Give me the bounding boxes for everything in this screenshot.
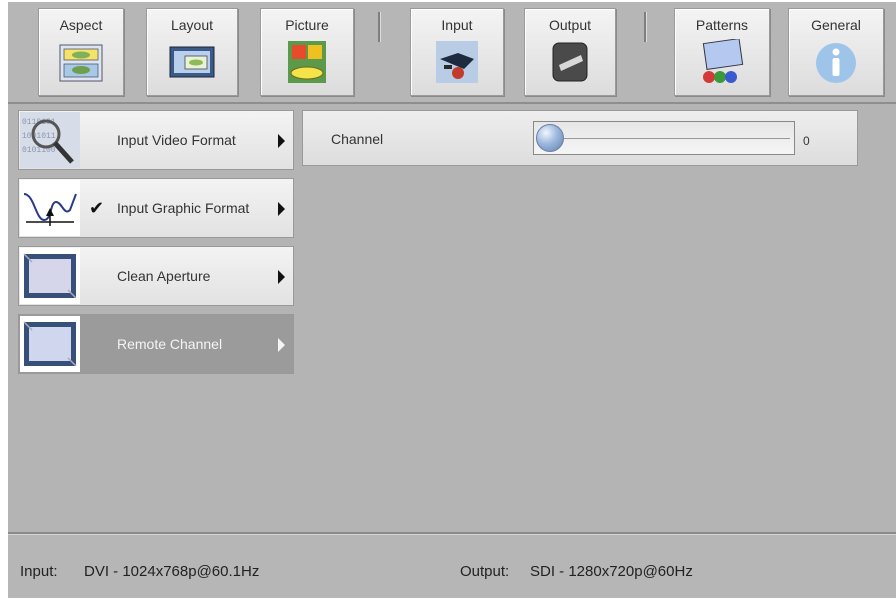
status-bar: Input: DVI - 1024x768p@60.1Hz Output: SD… bbox=[8, 535, 896, 598]
channel-slider[interactable] bbox=[533, 121, 795, 155]
channel-value: 0 bbox=[803, 134, 810, 148]
info-icon bbox=[816, 43, 856, 83]
input-label: Input bbox=[441, 17, 473, 33]
aspect-button[interactable]: Aspect bbox=[38, 8, 124, 96]
layout-label: Layout bbox=[170, 17, 214, 33]
input-status-label: Input: bbox=[20, 563, 58, 580]
output-icon bbox=[552, 42, 588, 82]
svg-text:1001011: 1001011 bbox=[22, 132, 56, 141]
patterns-icon bbox=[702, 39, 744, 83]
slider-knob[interactable] bbox=[536, 124, 564, 152]
input-icon bbox=[436, 41, 478, 83]
aspect-label: Aspect bbox=[59, 17, 103, 33]
picture-button[interactable]: Picture bbox=[260, 8, 354, 96]
menu-item-input-video-format[interactable]: 0110101 1001011 0101100 Input Video Form… bbox=[18, 110, 294, 170]
output-label: Output bbox=[548, 17, 592, 33]
input-button[interactable]: Input bbox=[410, 8, 504, 96]
chevron-right-icon bbox=[278, 134, 285, 148]
menu-item-label: Clean Aperture bbox=[117, 268, 211, 284]
checkmark-icon: ✔ bbox=[89, 198, 105, 218]
channel-panel: Channel 0 bbox=[302, 110, 858, 166]
layout-icon bbox=[169, 46, 215, 78]
output-status-value: SDI - 1280x720p@60Hz bbox=[530, 563, 693, 580]
menu-item-label: Input Video Format bbox=[117, 132, 236, 148]
picture-icon bbox=[288, 41, 326, 83]
chevron-right-icon bbox=[278, 202, 285, 216]
waveform-icon bbox=[20, 180, 80, 236]
menu-item-clean-aperture[interactable]: Clean Aperture bbox=[18, 246, 294, 306]
patterns-label: Patterns bbox=[695, 17, 749, 33]
frame-icon bbox=[20, 248, 80, 304]
magnifier-icon: 0110101 1001011 0101100 bbox=[20, 112, 80, 168]
chevron-right-icon bbox=[278, 338, 285, 352]
picture-label: Picture bbox=[285, 17, 329, 33]
menu-item-label: Remote Channel bbox=[117, 336, 223, 352]
menu-item-remote-channel[interactable]: Remote Channel bbox=[18, 314, 294, 374]
channel-label: Channel bbox=[331, 131, 384, 147]
slider-track-line bbox=[548, 138, 790, 139]
toolbar: Aspect Layout Picture Input Output Patte… bbox=[8, 2, 896, 102]
output-button[interactable]: Output bbox=[524, 8, 616, 96]
menu-item-label: Input Graphic Format bbox=[117, 200, 250, 216]
app-window: Aspect Layout Picture Input Output Patte… bbox=[8, 2, 896, 598]
output-status-label: Output: bbox=[460, 563, 510, 580]
toolbar-separator bbox=[378, 12, 380, 42]
toolbar-separator bbox=[644, 12, 646, 42]
patterns-button[interactable]: Patterns bbox=[674, 8, 770, 96]
aspect-icon bbox=[59, 44, 103, 82]
chevron-right-icon bbox=[278, 270, 285, 284]
status-divider bbox=[8, 532, 896, 534]
toolbar-divider bbox=[8, 102, 896, 104]
general-label: General bbox=[811, 17, 861, 33]
general-button[interactable]: General bbox=[788, 8, 884, 96]
menu-item-input-graphic-format[interactable]: ✔ Input Graphic Format bbox=[18, 178, 294, 238]
layout-button[interactable]: Layout bbox=[146, 8, 238, 96]
frame-icon bbox=[20, 316, 80, 372]
input-status-value: DVI - 1024x768p@60.1Hz bbox=[84, 563, 260, 580]
